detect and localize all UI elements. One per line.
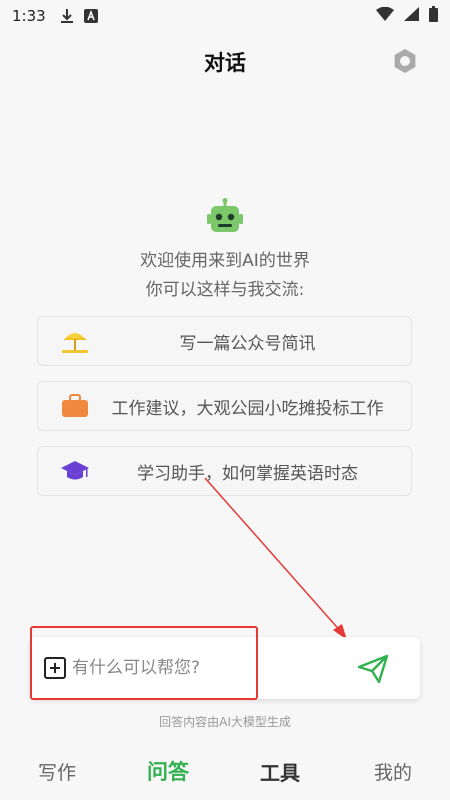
download-icon [60,8,74,24]
status-time: 1:33 [12,7,46,25]
signal-icon [404,7,419,25]
bottom-tab-bar: 写作 问答 工具 我的 [0,750,450,790]
wifi-icon [376,6,394,25]
suggestion-label: 工作建议，大观公园小吃摊投标工作 [111,398,384,419]
add-attachment-icon[interactable] [44,657,66,679]
suggestion-card-work-advice[interactable]: 工作建议，大观公园小吃摊投标工作 [37,381,412,431]
battery-icon [429,6,438,26]
suggestion-card-newsletter[interactable]: 写一篇公众号简讯 [37,316,412,366]
briefcase-icon [60,391,90,421]
suggestion-label: 学习助手，如何掌握英语时态 [137,463,358,484]
tab-writing[interactable]: 写作 [38,758,76,785]
beach-umbrella-icon [60,326,90,356]
tab-qa[interactable]: 问答 [147,756,189,786]
tab-mine[interactable]: 我的 [374,758,412,785]
robot-icon [205,198,245,238]
notification-a-icon [83,9,98,23]
chat-input[interactable] [72,650,247,686]
page-title: 对话 [204,51,246,75]
tab-tools[interactable]: 工具 [260,757,300,786]
graduation-cap-icon [60,456,90,486]
gear-icon[interactable] [390,46,420,76]
welcome-line-2: 你可以这样与我交流: [145,280,305,300]
ai-disclaimer: 回答内容由AI大模型生成 [159,715,291,729]
header: 对话 [0,40,450,84]
status-bar: 1:33 [0,0,450,32]
suggestion-label: 写一篇公众号简讯 [179,333,316,354]
welcome-message: 欢迎使用来到AI的世界 你可以这样与我交流: [0,247,450,305]
welcome-line-1: 欢迎使用来到AI的世界 [140,251,310,271]
send-icon[interactable] [357,654,389,684]
suggestion-card-study-helper[interactable]: 学习助手，如何掌握英语时态 [37,446,412,496]
